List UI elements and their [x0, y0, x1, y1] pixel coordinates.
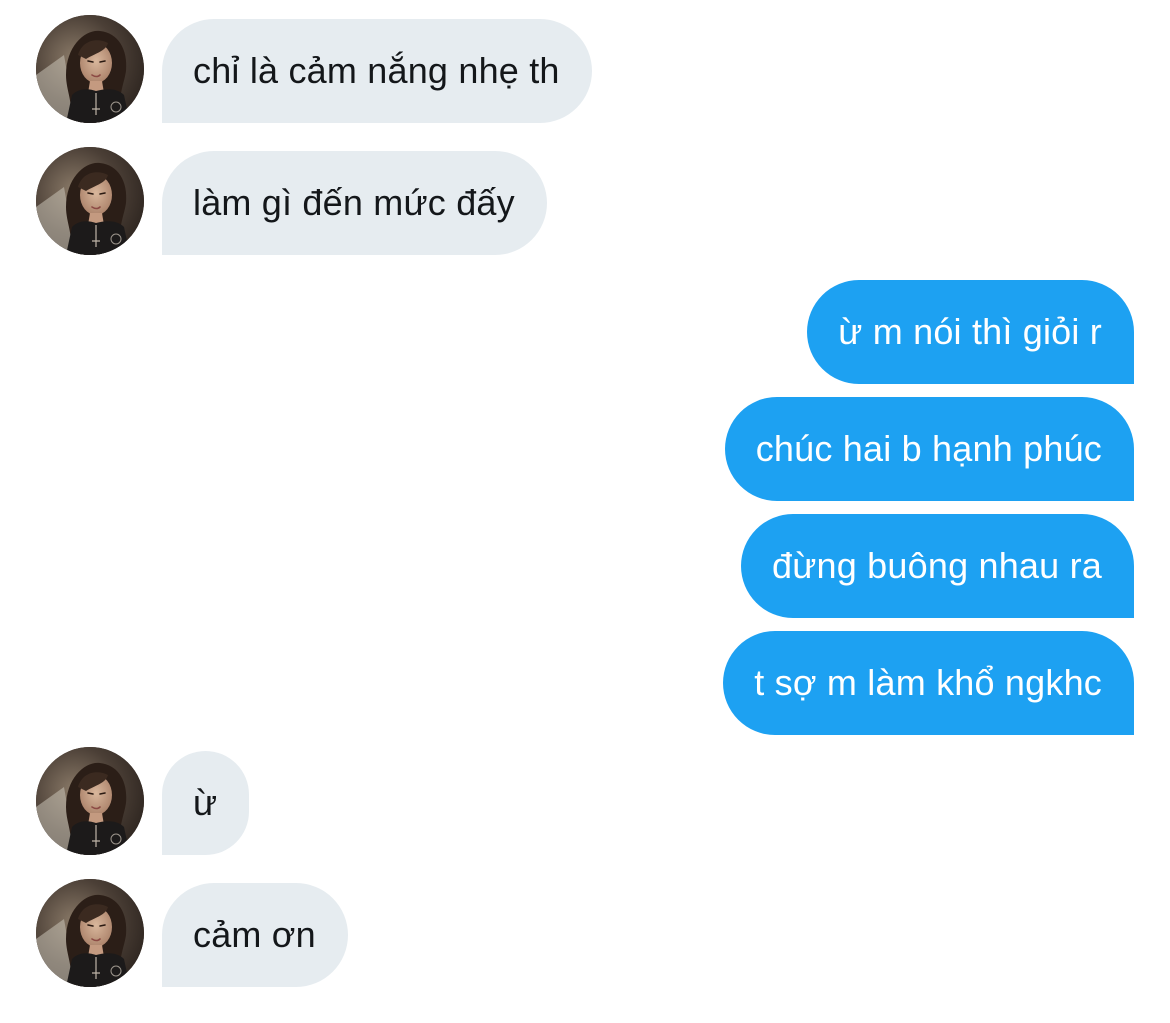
- contact-avatar-icon[interactable]: [36, 147, 144, 255]
- message-text: ừ m nói thì giỏi r: [838, 311, 1102, 352]
- message-text: chúc hai b hạnh phúc: [755, 428, 1102, 469]
- message-text: t sợ m làm khổ ngkhc: [754, 662, 1102, 703]
- incoming-message-bubble[interactable]: làm gì đến mức đấy: [162, 151, 547, 255]
- outgoing-message-bubble[interactable]: đừng buông nhau ra: [741, 514, 1134, 618]
- user-photo-icon: [36, 747, 144, 855]
- user-photo-icon: [36, 879, 144, 987]
- message-text: đừng buông nhau ra: [772, 545, 1102, 586]
- outgoing-message-bubble[interactable]: chúc hai b hạnh phúc: [724, 397, 1134, 501]
- message-text: ừ: [193, 782, 218, 823]
- message-text: cảm ơn: [193, 914, 316, 955]
- contact-avatar-icon[interactable]: [36, 879, 144, 987]
- message-text: làm gì đến mức đấy: [193, 182, 515, 223]
- incoming-message-bubble[interactable]: cảm ơn: [162, 883, 348, 987]
- outgoing-message-bubble[interactable]: ừ m nói thì giỏi r: [807, 280, 1134, 384]
- incoming-message-bubble[interactable]: ừ: [162, 751, 250, 855]
- message-text: chỉ là cảm nắng nhẹ th: [193, 50, 560, 91]
- contact-avatar-icon[interactable]: [36, 747, 144, 855]
- user-photo-icon: [36, 15, 144, 123]
- user-photo-icon: [36, 147, 144, 255]
- outgoing-message-bubble[interactable]: t sợ m làm khổ ngkhc: [723, 631, 1134, 735]
- incoming-message-bubble[interactable]: chỉ là cảm nắng nhẹ th: [162, 19, 592, 123]
- contact-avatar-icon[interactable]: [36, 15, 144, 123]
